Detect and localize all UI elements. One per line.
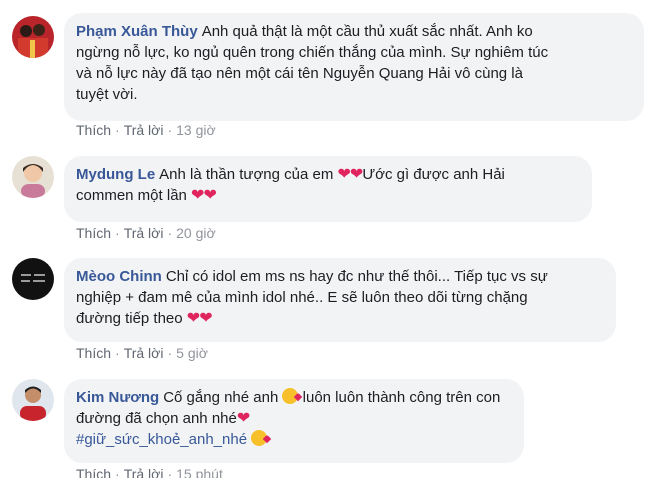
comment-text: tuyệt vời. [76, 86, 138, 103]
like-link[interactable]: Thích [76, 466, 111, 478]
heart-icon: ❤ [236, 410, 250, 427]
comment-text: commen một lần [76, 187, 187, 204]
comment-actions: Thích · Trả lời · 15 phút [76, 466, 223, 478]
heart-icon: ❤ [337, 166, 351, 183]
heart-icon: ❤ [203, 187, 216, 204]
avatar-image [12, 16, 54, 58]
comment-bubble: Mèoo Chinn Chỉ có idol em ms ns hay đc nh… [64, 258, 616, 342]
separator: · [115, 122, 120, 138]
comment-bubble: Kim Nương Cố gắng nhé anh luôn luôn thành… [64, 379, 524, 463]
heart-icon: ❤ [349, 166, 363, 183]
heart-icon: ❤ [186, 310, 200, 327]
comment-author[interactable]: Mydung Le [76, 166, 155, 183]
separator: · [115, 466, 120, 478]
separator: · [167, 345, 173, 361]
comment-bubble: Mydung Le Anh là thần tượng của em ❤❤Ước … [64, 156, 592, 222]
separator: · [115, 345, 120, 361]
comment-text: luôn luôn thành công trên con [302, 389, 501, 406]
avatar[interactable] [12, 258, 54, 300]
reply-link[interactable]: Trả lời [124, 466, 164, 478]
separator: · [115, 225, 120, 241]
comment-actions: Thích · Trả lời · 13 giờ [76, 122, 216, 138]
comment-actions: Thích · Trả lời · 5 giờ [76, 345, 208, 361]
like-link[interactable]: Thích [76, 225, 111, 241]
reply-link[interactable]: Trả lời [124, 345, 164, 361]
avatar[interactable] [12, 16, 54, 58]
separator: · [167, 122, 173, 138]
comment-feed: Phạm Xuân Thùy Anh quả thật là một cầu th… [0, 0, 660, 478]
comment-text: Anh quả thật là một cầu thủ xuất sắc nhấ… [201, 23, 533, 40]
comment-author[interactable]: Kim Nương [76, 389, 159, 406]
comment-text: đường đã chọn anh nhé [76, 410, 237, 427]
like-link[interactable]: Thích [76, 345, 111, 361]
avatar-image [12, 379, 54, 421]
comment-text: và nỗ lực này đã tạo nên một cái tên Ngu… [76, 65, 523, 82]
avatar-image [12, 258, 54, 300]
comment-text: đường tiếp theo [76, 310, 183, 327]
timestamp[interactable]: 5 giờ [176, 345, 208, 361]
comment-text: nghiệp + đam mê của mình idol nhé.. E sẽ… [76, 289, 528, 306]
comment-author[interactable]: Mèoo Chinn [76, 268, 162, 285]
reply-link[interactable]: Trả lời [124, 225, 164, 241]
comment-bubble: Phạm Xuân Thùy Anh quả thật là một cầu th… [64, 13, 644, 121]
avatar[interactable] [12, 156, 54, 198]
timestamp[interactable]: 20 giờ [176, 225, 216, 241]
comment-text: Ước gì được anh Hải [362, 166, 505, 183]
comment-text: Anh là thần tượng của em [159, 166, 334, 183]
comment-actions: Thích · Trả lời · 20 giờ [76, 225, 216, 241]
hashtag-link[interactable]: #giữ_sức_khoẻ_anh_nhé [76, 431, 247, 448]
separator: · [167, 466, 173, 478]
timestamp[interactable]: 15 phút [176, 466, 223, 478]
kiss-emoji-icon [282, 388, 299, 404]
avatar-image [12, 156, 54, 198]
avatar[interactable] [12, 379, 54, 421]
comment-text: Chỉ có idol em ms ns hay đc như thế thôi… [165, 268, 548, 285]
comment-author[interactable]: Phạm Xuân Thùy [76, 23, 198, 40]
heart-icon: ❤ [199, 310, 212, 327]
timestamp[interactable]: 13 giờ [176, 122, 216, 138]
kiss-emoji-icon [251, 430, 268, 446]
heart-icon: ❤ [191, 187, 204, 204]
separator: · [167, 225, 173, 241]
like-link[interactable]: Thích [76, 122, 111, 138]
comment-text: Cố gắng nhé anh [163, 389, 279, 406]
comment-text: ngừng nỗ lực, ko ngủ quên trong chiến th… [76, 44, 549, 61]
reply-link[interactable]: Trả lời [124, 122, 164, 138]
